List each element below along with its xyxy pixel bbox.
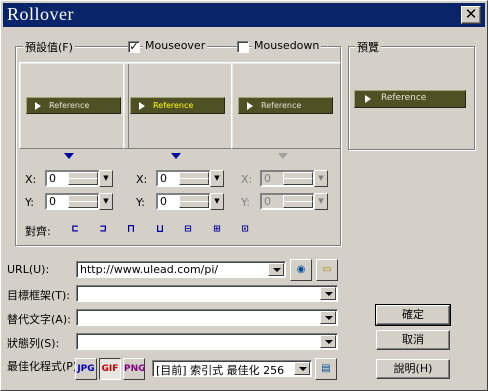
mouseover-selected-arrow-icon bbox=[171, 153, 181, 159]
default-y-label: Y: bbox=[25, 196, 34, 209]
align-label: 對齊: bbox=[25, 225, 51, 238]
default-state-panel[interactable]: Reference bbox=[19, 62, 129, 149]
status-bar-combo[interactable] bbox=[76, 333, 338, 350]
mouseover-y-label: Y: bbox=[136, 196, 145, 209]
close-icon: ✕ bbox=[464, 5, 478, 23]
mousedown-x-input bbox=[263, 172, 283, 185]
align-hcenter-icon[interactable]: ⊞ bbox=[209, 222, 225, 236]
preview-label: 預覽 bbox=[355, 39, 381, 55]
target-label: 目標框架(T): bbox=[7, 289, 71, 302]
browse-url-button[interactable]: ◉ bbox=[290, 259, 312, 281]
down-button[interactable] bbox=[68, 201, 98, 208]
mouseover-x-input[interactable] bbox=[159, 172, 179, 185]
cancel-button[interactable]: 取消 bbox=[376, 330, 450, 350]
target-frame-combo[interactable] bbox=[76, 285, 338, 302]
title-bar[interactable]: Rollover ✕ bbox=[3, 3, 485, 27]
play-icon bbox=[247, 102, 253, 110]
optimizer-value: [目前] 索引式 最佳化 256 bbox=[156, 364, 285, 377]
mousedown-y-spinner: ▼ bbox=[260, 193, 328, 210]
mousedown-arrow-icon bbox=[278, 153, 288, 159]
dropdown-arrow-icon[interactable] bbox=[320, 311, 336, 324]
png-icon: PNG bbox=[124, 364, 146, 374]
ok-button[interactable]: 確定 bbox=[375, 304, 451, 326]
png-format-button[interactable]: PNG bbox=[123, 358, 146, 380]
gif-format-button[interactable]: GIF bbox=[99, 358, 121, 380]
mouseover-checkbox[interactable]: ✓ bbox=[128, 41, 140, 53]
globe-link-icon: ◉ bbox=[296, 264, 306, 275]
dropdown-arrow-icon[interactable]: ▼ bbox=[99, 193, 113, 210]
alt-text-label: 替代文字(A): bbox=[7, 313, 71, 326]
status-bar-label: 狀態列(S): bbox=[7, 337, 60, 350]
dropdown-arrow-icon[interactable] bbox=[294, 362, 310, 375]
mousedown-label[interactable]: Mousedown bbox=[252, 39, 322, 52]
url-value: http://www.ulead.com/pi/ bbox=[80, 263, 219, 276]
down-button[interactable] bbox=[179, 178, 209, 185]
default-x-input[interactable] bbox=[48, 172, 68, 185]
align-vcenter-icon[interactable]: ⊟ bbox=[180, 222, 196, 236]
preview-reference-button[interactable]: Reference bbox=[354, 90, 466, 108]
folder-icon: ▭ bbox=[322, 264, 332, 275]
align-top-icon[interactable]: ⊓ bbox=[123, 222, 139, 236]
gif-icon: GIF bbox=[101, 364, 119, 374]
default-selected-arrow-icon bbox=[64, 153, 74, 159]
down-button[interactable] bbox=[179, 201, 209, 208]
play-icon bbox=[365, 95, 371, 103]
dropdown-arrow-icon[interactable]: ▼ bbox=[210, 170, 224, 187]
dropdown-arrow-icon[interactable] bbox=[320, 287, 336, 300]
dropdown-arrow-icon[interactable] bbox=[268, 263, 284, 276]
url-label: URL(U): bbox=[7, 263, 50, 276]
mouseover-y-spinner[interactable]: ▼ bbox=[156, 193, 224, 210]
mouseover-state-panel[interactable]: Reference bbox=[123, 62, 233, 149]
checkmark-icon: ✓ bbox=[129, 40, 139, 53]
dropdown-arrow-icon[interactable]: ▼ bbox=[99, 170, 113, 187]
url-combo[interactable]: http://www.ulead.com/pi/ bbox=[76, 261, 286, 278]
default-y-spinner[interactable]: ▼ bbox=[45, 193, 113, 210]
optimize-settings-icon: ▤ bbox=[321, 363, 331, 374]
default-group-label: 預設值(F) bbox=[23, 39, 75, 55]
jpg-icon: JPG bbox=[77, 364, 95, 374]
mouseover-x-spinner[interactable]: ▼ bbox=[156, 170, 224, 187]
dropdown-arrow-icon[interactable]: ▼ bbox=[210, 193, 224, 210]
mouseover-y-input[interactable] bbox=[159, 195, 179, 208]
play-icon bbox=[139, 102, 145, 110]
default-y-input[interactable] bbox=[48, 195, 68, 208]
mouseover-reference-button: Reference bbox=[130, 97, 225, 114]
mousedown-reference-button: Reference bbox=[238, 97, 333, 114]
down-button bbox=[283, 201, 313, 208]
close-button[interactable]: ✕ bbox=[461, 6, 481, 24]
mouseover-x-label: X: bbox=[136, 173, 148, 186]
mousedown-y-label: Y: bbox=[241, 196, 250, 209]
dropdown-arrow-icon: ▼ bbox=[314, 170, 328, 187]
down-button[interactable] bbox=[68, 178, 98, 185]
optimizer-combo[interactable]: [目前] 索引式 最佳化 256 bbox=[152, 360, 312, 377]
default-x-spinner[interactable]: ▼ bbox=[45, 170, 113, 187]
down-button bbox=[283, 178, 313, 185]
mousedown-checkbox[interactable] bbox=[237, 41, 249, 53]
open-folder-button[interactable]: ▭ bbox=[316, 259, 338, 281]
mousedown-x-label: X: bbox=[241, 173, 253, 186]
align-bottom-icon[interactable]: ⊔ bbox=[152, 222, 168, 236]
optimizer-label: 最佳化程式(P): bbox=[7, 360, 81, 373]
mousedown-y-input bbox=[263, 195, 283, 208]
align-left-icon[interactable]: ⊏ bbox=[67, 222, 83, 236]
help-button[interactable]: 說明(H) bbox=[376, 359, 450, 379]
rollover-dialog: Rollover ✕ 預設值(F) ✓ Mouseover Mousedown … bbox=[0, 0, 488, 391]
dropdown-arrow-icon: ▼ bbox=[314, 193, 328, 210]
optimizer-settings-button[interactable]: ▤ bbox=[315, 358, 337, 380]
mousedown-x-spinner: ▼ bbox=[260, 170, 328, 187]
play-icon bbox=[35, 102, 41, 110]
alt-text-combo[interactable] bbox=[76, 309, 338, 326]
window-title: Rollover bbox=[7, 4, 74, 24]
default-reference-button: Reference bbox=[26, 97, 121, 114]
default-x-label: X: bbox=[25, 173, 37, 186]
align-right-icon[interactable]: ⊐ bbox=[95, 222, 111, 236]
dropdown-arrow-icon[interactable] bbox=[320, 335, 336, 348]
jpg-format-button[interactable]: JPG bbox=[75, 358, 97, 380]
align-center-icon[interactable]: ⊡ bbox=[237, 222, 253, 236]
mouseover-label[interactable]: Mouseover bbox=[143, 39, 208, 52]
mousedown-state-panel[interactable]: Reference bbox=[231, 62, 341, 149]
